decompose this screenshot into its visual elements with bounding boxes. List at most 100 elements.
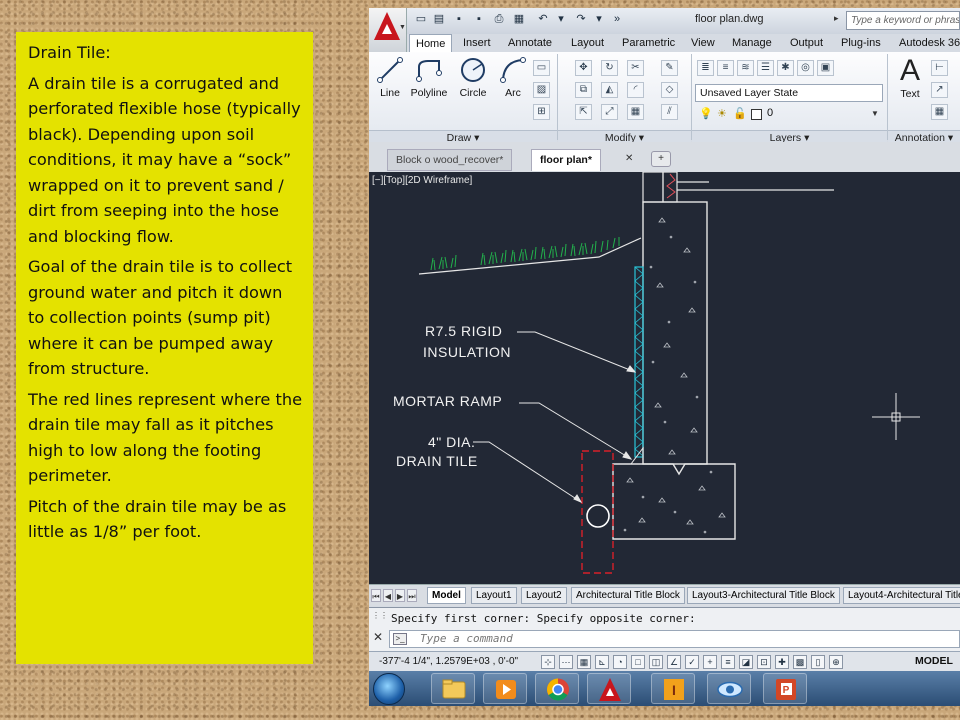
- quick-access-overflow-icon[interactable]: »: [611, 13, 623, 26]
- save-as-icon[interactable]: ▪: [473, 13, 485, 26]
- autocad-taskbar-icon[interactable]: [587, 673, 631, 704]
- current-layer-name[interactable]: 0: [767, 107, 773, 119]
- model-space-label[interactable]: MODEL: [915, 655, 953, 667]
- tab-plug-ins[interactable]: Plug-ins: [835, 34, 887, 52]
- save-icon[interactable]: ▪: [453, 13, 465, 26]
- navigation-icon[interactable]: ⊕: [829, 655, 843, 669]
- polar-tracking-icon[interactable]: ◔: [613, 655, 627, 669]
- selection-cycling-icon[interactable]: ⊡: [757, 655, 771, 669]
- tab-annotate[interactable]: Annotate: [502, 34, 558, 52]
- table-icon[interactable]: ▦: [931, 104, 948, 120]
- new-file-icon[interactable]: ▭: [415, 13, 427, 26]
- rectangle-icon[interactable]: ▭: [533, 60, 550, 76]
- layer-iso-icon[interactable]: ☰: [757, 60, 774, 76]
- layout-tab-layout1[interactable]: Layout1: [471, 587, 517, 604]
- model-space-icon[interactable]: ▩: [793, 655, 807, 669]
- layer-freeze-icon[interactable]: ✱: [777, 60, 794, 76]
- explode-icon[interactable]: ◇: [661, 82, 678, 98]
- close-command-line-icon[interactable]: ✕: [373, 630, 383, 644]
- open-folder-icon[interactable]: ▤: [433, 13, 445, 26]
- layer-off-icon[interactable]: ◎: [797, 60, 814, 76]
- redo-dropdown-icon[interactable]: ▾: [593, 13, 605, 26]
- chevron-down-icon[interactable]: ▼: [871, 109, 879, 118]
- search-expand-icon[interactable]: ▸: [834, 13, 839, 24]
- powerpoint-taskbar-icon[interactable]: P: [763, 673, 807, 704]
- rotate-icon[interactable]: ↻: [601, 60, 618, 76]
- tab-autodesk-360[interactable]: Autodesk 36: [893, 34, 960, 52]
- object-snap-icon[interactable]: □: [631, 655, 645, 669]
- new-tab-icon[interactable]: +: [651, 151, 671, 167]
- tab-manage[interactable]: Manage: [726, 34, 778, 52]
- arc-tool-button[interactable]: Arc: [495, 55, 531, 99]
- plot-icon[interactable]: ⎙: [493, 13, 505, 26]
- prev-tab-icon[interactable]: ◀: [383, 589, 393, 602]
- erase-icon[interactable]: ✎: [661, 60, 678, 76]
- layout-tab-layout4[interactable]: Layout4-Architectural Title: [843, 587, 960, 604]
- move-icon[interactable]: ✥: [575, 60, 592, 76]
- boundary-icon[interactable]: ⊞: [533, 104, 550, 120]
- tab-layout[interactable]: Layout: [565, 34, 610, 52]
- array-icon[interactable]: ▦: [627, 104, 644, 120]
- lineweight-icon[interactable]: ≡: [721, 655, 735, 669]
- dimension-icon[interactable]: ⊢: [931, 60, 948, 76]
- inventor-taskbar-icon[interactable]: I: [651, 673, 695, 704]
- dynamic-ucs-icon[interactable]: ✓: [685, 655, 699, 669]
- undo-icon[interactable]: ↶: [537, 13, 549, 26]
- search-input[interactable]: Type a keyword or phrase: [846, 11, 960, 30]
- ortho-mode-icon[interactable]: ⊾: [595, 655, 609, 669]
- offset-icon[interactable]: ⫽: [661, 104, 678, 120]
- layout-tab-layout2[interactable]: Layout2: [521, 587, 567, 604]
- coordinate-readout[interactable]: -377'-4 1/4", 1.2579E+03 , 0'-0": [379, 656, 518, 667]
- print-preview-icon[interactable]: ▦: [513, 13, 525, 26]
- layout-tab-model[interactable]: Model: [427, 587, 466, 604]
- 3d-object-snap-icon[interactable]: ◫: [649, 655, 663, 669]
- grip-icon[interactable]: ⋮⋮: [372, 611, 388, 620]
- start-button-icon[interactable]: [373, 673, 405, 705]
- transparency-icon[interactable]: ◪: [739, 655, 753, 669]
- undo-dropdown-icon[interactable]: ▾: [555, 13, 567, 26]
- tab-home[interactable]: Home: [409, 34, 453, 52]
- layer-properties-icon[interactable]: ≣: [697, 60, 714, 76]
- annotation-monitor-icon[interactable]: ✚: [775, 655, 789, 669]
- layout-tab-layout3[interactable]: Layout3-Architectural Title Block: [687, 587, 840, 604]
- application-menu-button[interactable]: ▼: [369, 8, 407, 52]
- hatch-icon[interactable]: ▨: [533, 82, 550, 98]
- object-snap-tracking-icon[interactable]: ∠: [667, 655, 681, 669]
- eye-app-taskbar-icon[interactable]: [707, 673, 751, 704]
- mirror-icon[interactable]: ◭: [601, 82, 618, 98]
- layer-lock-icon[interactable]: ▣: [817, 60, 834, 76]
- file-tab-block-o-wood[interactable]: Block o wood_recover*: [387, 149, 513, 171]
- close-tab-icon[interactable]: ✕: [625, 153, 633, 164]
- scale-icon[interactable]: ⤢: [601, 104, 618, 120]
- layer-state-dropdown[interactable]: Unsaved Layer State: [695, 84, 883, 102]
- last-tab-icon[interactable]: ⏭: [407, 589, 417, 602]
- dynamic-input-icon[interactable]: +: [703, 655, 717, 669]
- copy-icon[interactable]: ⧉: [575, 82, 592, 98]
- tab-parametric[interactable]: Parametric: [616, 34, 681, 52]
- layer-match-icon[interactable]: ≋: [737, 60, 754, 76]
- drawing-canvas[interactable]: [−][Top][2D Wireframe] R7.5 RIGID INSULA…: [369, 172, 960, 584]
- polyline-tool-button[interactable]: Polyline: [407, 55, 451, 99]
- infer-constraints-icon[interactable]: ⊹: [541, 655, 555, 669]
- next-tab-icon[interactable]: ▶: [395, 589, 405, 602]
- media-player-icon[interactable]: [483, 673, 527, 704]
- tab-insert[interactable]: Insert: [457, 34, 497, 52]
- file-explorer-icon[interactable]: [431, 673, 475, 704]
- layout-tab-title-block[interactable]: Architectural Title Block: [571, 587, 685, 604]
- layer-states-icon[interactable]: ≡: [717, 60, 734, 76]
- fillet-icon[interactable]: ◜: [627, 82, 644, 98]
- tab-output[interactable]: Output: [784, 34, 829, 52]
- grid-display-icon[interactable]: ▦: [577, 655, 591, 669]
- stretch-icon[interactable]: ⇱: [575, 104, 592, 120]
- tab-view[interactable]: View: [685, 34, 721, 52]
- command-input[interactable]: Type a command: [389, 630, 960, 648]
- file-tab-floor-plan[interactable]: floor plan*: [531, 149, 601, 171]
- redo-icon[interactable]: ↷: [575, 13, 587, 26]
- first-tab-icon[interactable]: ⏮: [371, 589, 381, 602]
- quick-view-icon[interactable]: ▯: [811, 655, 825, 669]
- command-prompt-icon[interactable]: >_: [393, 633, 407, 645]
- circle-tool-button[interactable]: Circle: [453, 55, 493, 99]
- chrome-browser-icon[interactable]: [535, 673, 579, 704]
- text-tool-button[interactable]: A Text: [893, 54, 927, 100]
- leader-icon[interactable]: ↗: [931, 82, 948, 98]
